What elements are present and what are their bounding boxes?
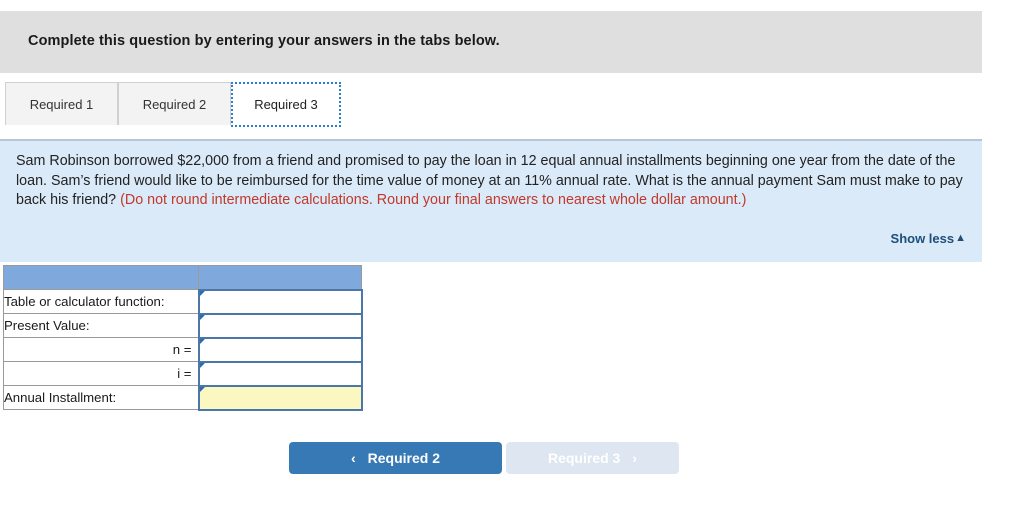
- previous-button-label: Required 2: [367, 450, 441, 466]
- table-row: Annual Installment:: [3, 384, 363, 411]
- question-page: Complete this question by entering your …: [0, 0, 1024, 515]
- tab-required-1[interactable]: Required 1: [5, 82, 118, 125]
- tab-required-3[interactable]: Required 3: [231, 82, 341, 127]
- caret-up-icon: ▲: [955, 232, 966, 244]
- tab-label: Required 1: [29, 96, 94, 112]
- table-row: Present Value:: [3, 312, 363, 339]
- row-label-present-value: Present Value:: [3, 313, 199, 338]
- cell-marker-icon: [199, 362, 205, 373]
- table-row: n =: [3, 336, 363, 363]
- input-cell-table-function[interactable]: [197, 288, 363, 315]
- question-text: Sam Robinson borrowed $22,000 from a fri…: [16, 152, 966, 211]
- input-cell-present-value[interactable]: [197, 312, 363, 339]
- row-label-i: i =: [3, 361, 199, 386]
- question-emphasis: (Do not round intermediate calculations.…: [120, 192, 747, 208]
- chevron-right-icon: ›: [632, 450, 638, 466]
- row-label-annual-installment: Annual Installment:: [3, 385, 199, 410]
- tab-label: Required 2: [142, 96, 207, 112]
- input-cell-annual-installment[interactable]: [197, 384, 363, 411]
- tab-label: Required 3: [254, 97, 318, 112]
- input-cell-i[interactable]: [197, 360, 363, 387]
- header-cell-label: [3, 265, 199, 290]
- header-cell-input: [198, 265, 362, 290]
- input-cell-n[interactable]: [197, 336, 363, 363]
- tab-strip: Required 1 Required 2 Required 3: [0, 82, 1024, 127]
- chevron-left-icon: ‹: [350, 450, 356, 466]
- instruction-text: Complete this question by entering your …: [28, 33, 500, 49]
- tab-required-2[interactable]: Required 2: [118, 82, 231, 125]
- show-less-toggle[interactable]: Show less ▲: [891, 231, 966, 246]
- table-row: i =: [3, 360, 363, 387]
- navigation-buttons: ‹ Required 2 Required 3 ›: [289, 442, 679, 474]
- show-less-label: Show less: [890, 231, 955, 246]
- cell-marker-icon: [199, 338, 205, 349]
- cell-marker-icon: [199, 386, 205, 397]
- table-row: Table or calculator function:: [3, 288, 363, 315]
- table-header-row: [3, 265, 362, 290]
- previous-required-2-button[interactable]: ‹ Required 2: [289, 442, 502, 474]
- row-label-table-function: Table or calculator function:: [3, 289, 199, 314]
- question-panel: Sam Robinson borrowed $22,000 from a fri…: [0, 139, 982, 262]
- cell-marker-icon: [199, 314, 205, 325]
- next-button-label: Required 3: [547, 450, 621, 466]
- answer-table: Table or calculator function: Present Va…: [3, 265, 363, 411]
- next-required-3-button[interactable]: Required 3 ›: [506, 442, 679, 474]
- cell-marker-icon: [199, 290, 205, 301]
- instruction-banner: Complete this question by entering your …: [0, 11, 982, 73]
- row-label-n: n =: [3, 337, 199, 362]
